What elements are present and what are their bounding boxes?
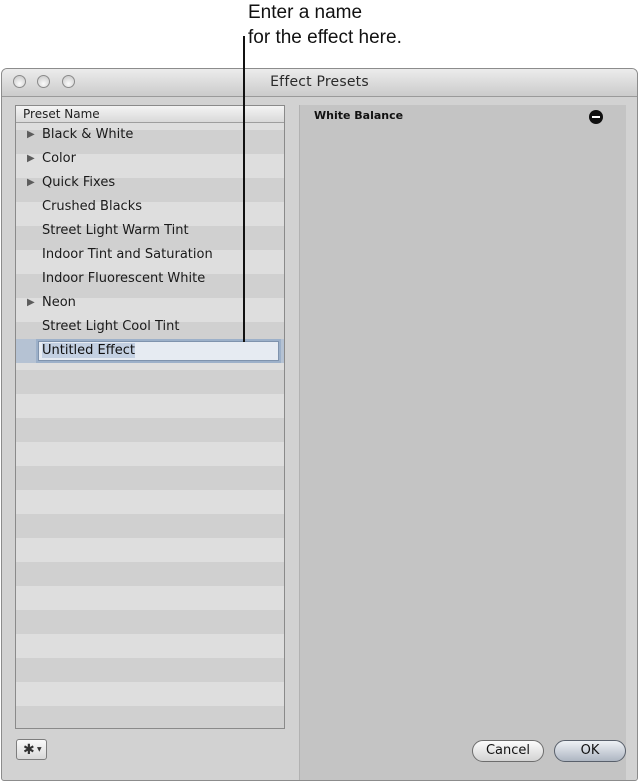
effect-presets-window: Effect Presets Preset Name ▶ Black & Whi… xyxy=(1,68,638,781)
disclosure-triangle-icon[interactable]: ▶ xyxy=(27,123,35,147)
preset-label: Neon xyxy=(42,295,76,310)
preset-label: Indoor Tint and Saturation xyxy=(42,247,213,262)
disclosure-triangle-icon[interactable]: ▶ xyxy=(27,171,35,195)
effect-settings-panel: White Balance xyxy=(299,105,626,780)
preset-name-input[interactable]: Untitled Effect xyxy=(38,341,279,361)
effect-row-white-balance[interactable]: White Balance xyxy=(300,105,626,127)
callout-line-1: Enter a name xyxy=(248,2,363,23)
disclosure-triangle-icon[interactable]: ▶ xyxy=(27,147,35,171)
disclosure-triangle-icon[interactable]: ▶ xyxy=(27,291,35,315)
preset-row-untitled-effect[interactable]: Untitled Effect xyxy=(16,339,284,363)
cancel-button[interactable]: Cancel xyxy=(472,740,544,762)
callout-annotation: Enter a name for the effect here. xyxy=(248,0,488,50)
preset-label: Indoor Fluorescent White xyxy=(42,271,206,286)
action-menu-button[interactable]: ✱ ▼ xyxy=(16,739,47,760)
preset-label: Crushed Blacks xyxy=(42,199,143,214)
remove-icon[interactable] xyxy=(589,110,603,124)
gear-icon: ✱ xyxy=(23,742,35,758)
preset-label: Street Light Cool Tint xyxy=(42,319,180,334)
callout-line-2: for the effect here. xyxy=(248,27,402,48)
callout-pointer-line xyxy=(243,36,245,342)
ok-button[interactable]: OK xyxy=(554,740,626,762)
effect-label: White Balance xyxy=(314,109,404,122)
preset-label: Quick Fixes xyxy=(42,175,116,190)
selected-name-text: Untitled Effect xyxy=(42,343,135,358)
preset-label: Street Light Warm Tint xyxy=(42,223,189,238)
preset-label: Color xyxy=(42,151,76,166)
preset-label: Black & White xyxy=(42,127,134,142)
title-bar[interactable]: Effect Presets xyxy=(2,69,637,97)
window-title: Effect Presets xyxy=(270,74,369,90)
chevron-down-icon: ▼ xyxy=(37,746,42,753)
